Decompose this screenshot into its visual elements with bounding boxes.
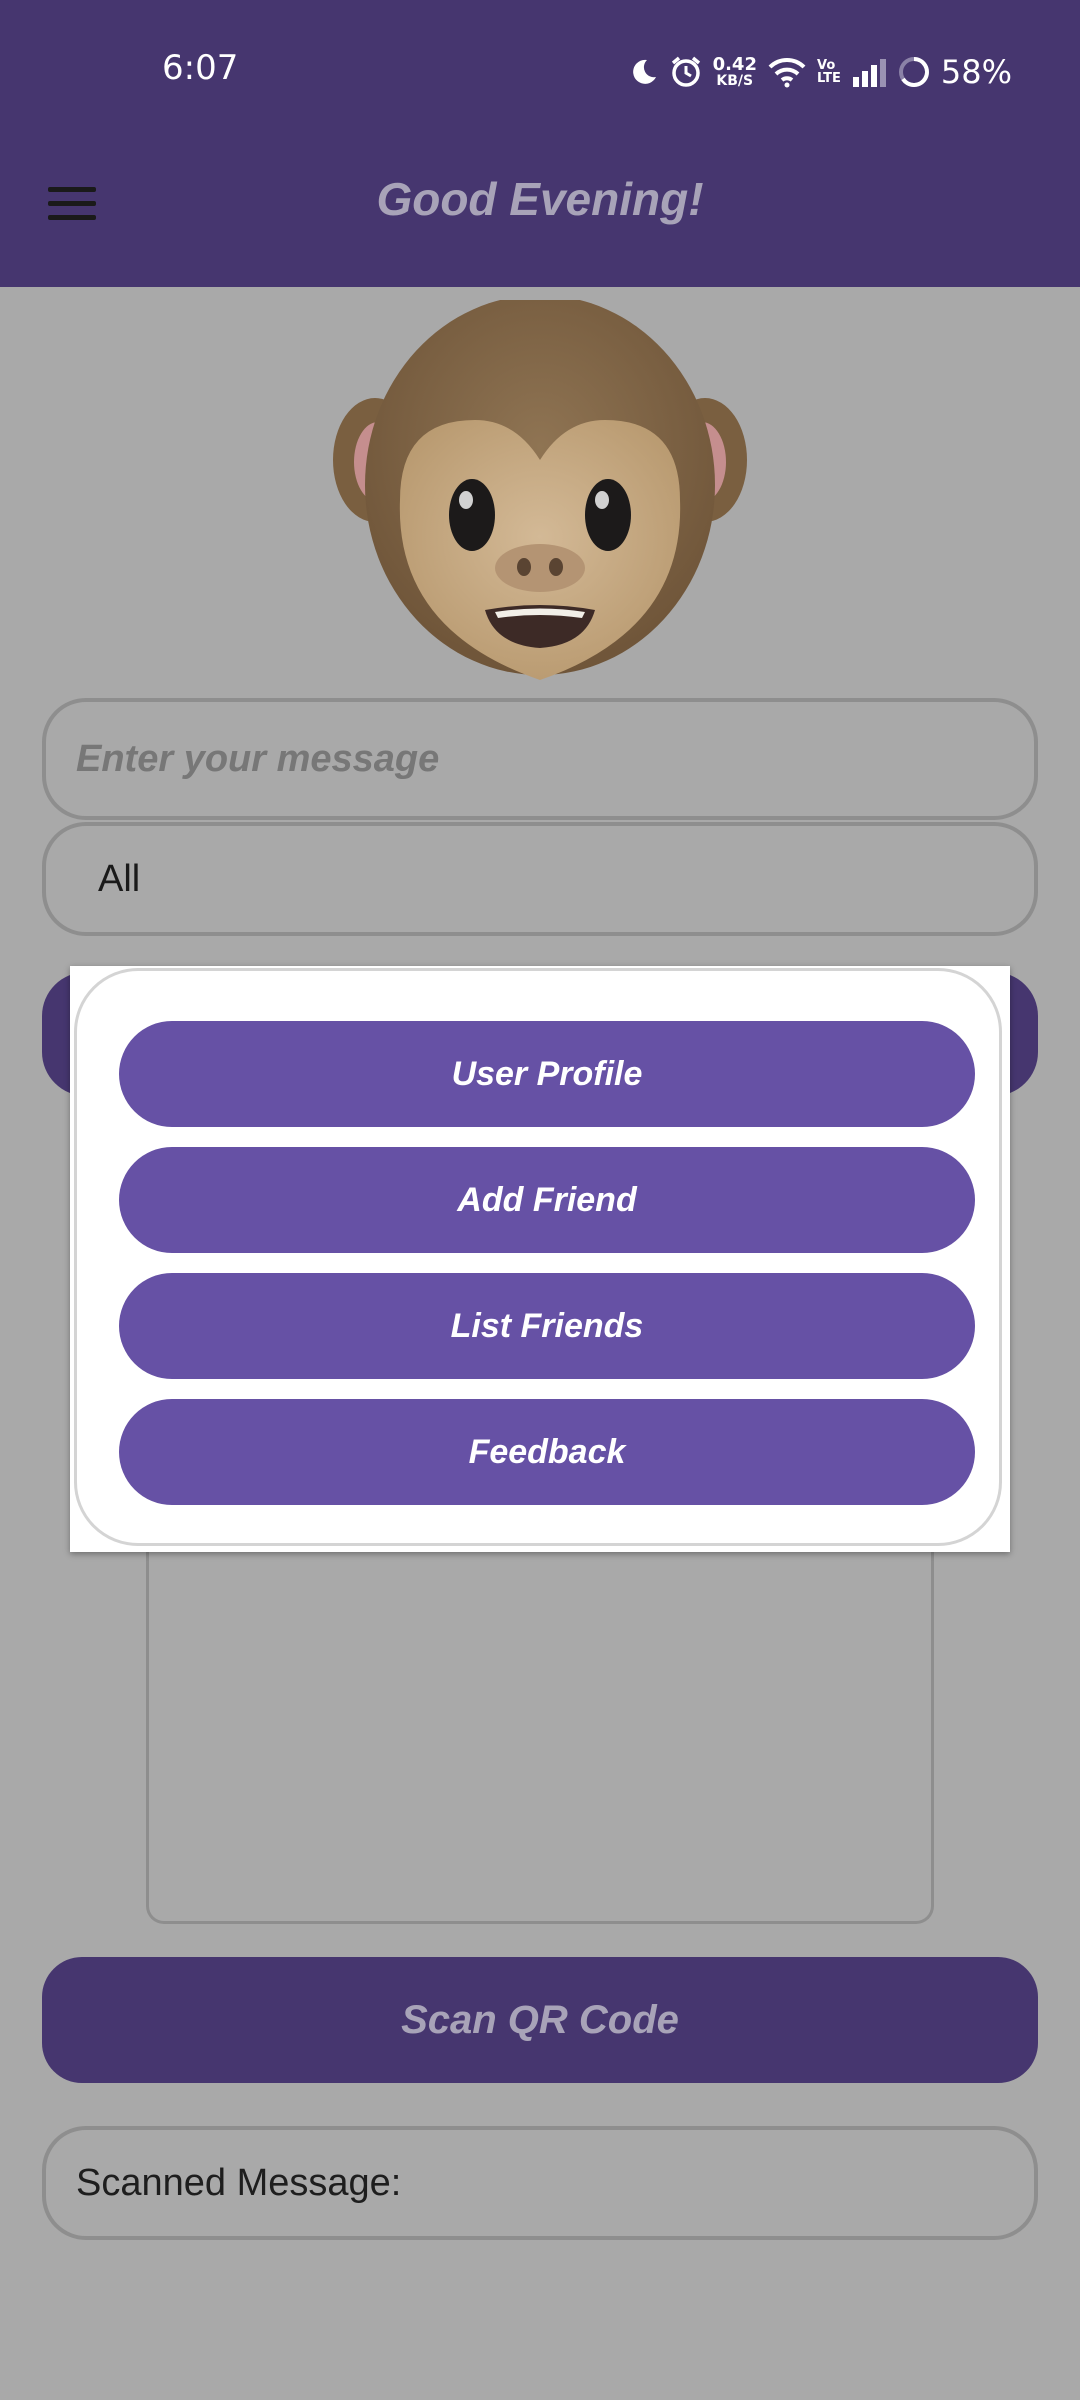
scanned-message-label: Scanned Message: xyxy=(76,2161,402,2204)
scan-qr-button[interactable]: Scan QR Code xyxy=(42,1957,1038,2083)
popup-menu-frame: User Profile Add Friend List Friends Fee… xyxy=(74,968,1002,1546)
qr-code-area xyxy=(146,1520,934,1924)
list-friends-label: List Friends xyxy=(450,1306,644,1345)
list-friends-button[interactable]: List Friends xyxy=(119,1273,975,1379)
monkey-avatar-icon xyxy=(333,300,747,680)
add-friend-button[interactable]: Add Friend xyxy=(119,1147,975,1253)
feedback-label: Feedback xyxy=(468,1432,626,1471)
network-speed: 0.42 KB/S xyxy=(712,54,757,89)
feedback-button[interactable]: Feedback xyxy=(119,1399,975,1505)
page-title: Good Evening! xyxy=(376,173,704,225)
status-time: 6:07 xyxy=(162,48,239,88)
wifi-icon xyxy=(768,57,806,88)
user-profile-button[interactable]: User Profile xyxy=(119,1021,975,1127)
scan-qr-label: Scan QR Code xyxy=(401,1997,679,2042)
add-friend-label: Add Friend xyxy=(457,1180,637,1219)
message-placeholder: Enter your message xyxy=(76,737,440,780)
status-icons: 0.42 KB/S Vo LTE 58% xyxy=(629,50,1012,94)
alarm-icon xyxy=(671,56,700,87)
moon-icon xyxy=(632,59,656,84)
app-header: 6:07 0.42 KB/S Vo LTE 58% Good Evening! xyxy=(0,0,1080,287)
recipient-select[interactable]: All xyxy=(42,822,1038,936)
volte-icon: Vo LTE xyxy=(816,58,841,86)
battery-percent: 58% xyxy=(940,53,1012,91)
popup-menu: User Profile Add Friend List Friends Fee… xyxy=(70,966,1010,1552)
recipient-selected-value: All xyxy=(98,857,141,900)
signal-icon xyxy=(852,59,886,87)
user-profile-label: User Profile xyxy=(451,1054,643,1093)
message-input[interactable]: Enter your message xyxy=(42,698,1038,820)
scanned-message-field: Scanned Message: xyxy=(42,2126,1038,2240)
battery-icon xyxy=(898,57,929,87)
